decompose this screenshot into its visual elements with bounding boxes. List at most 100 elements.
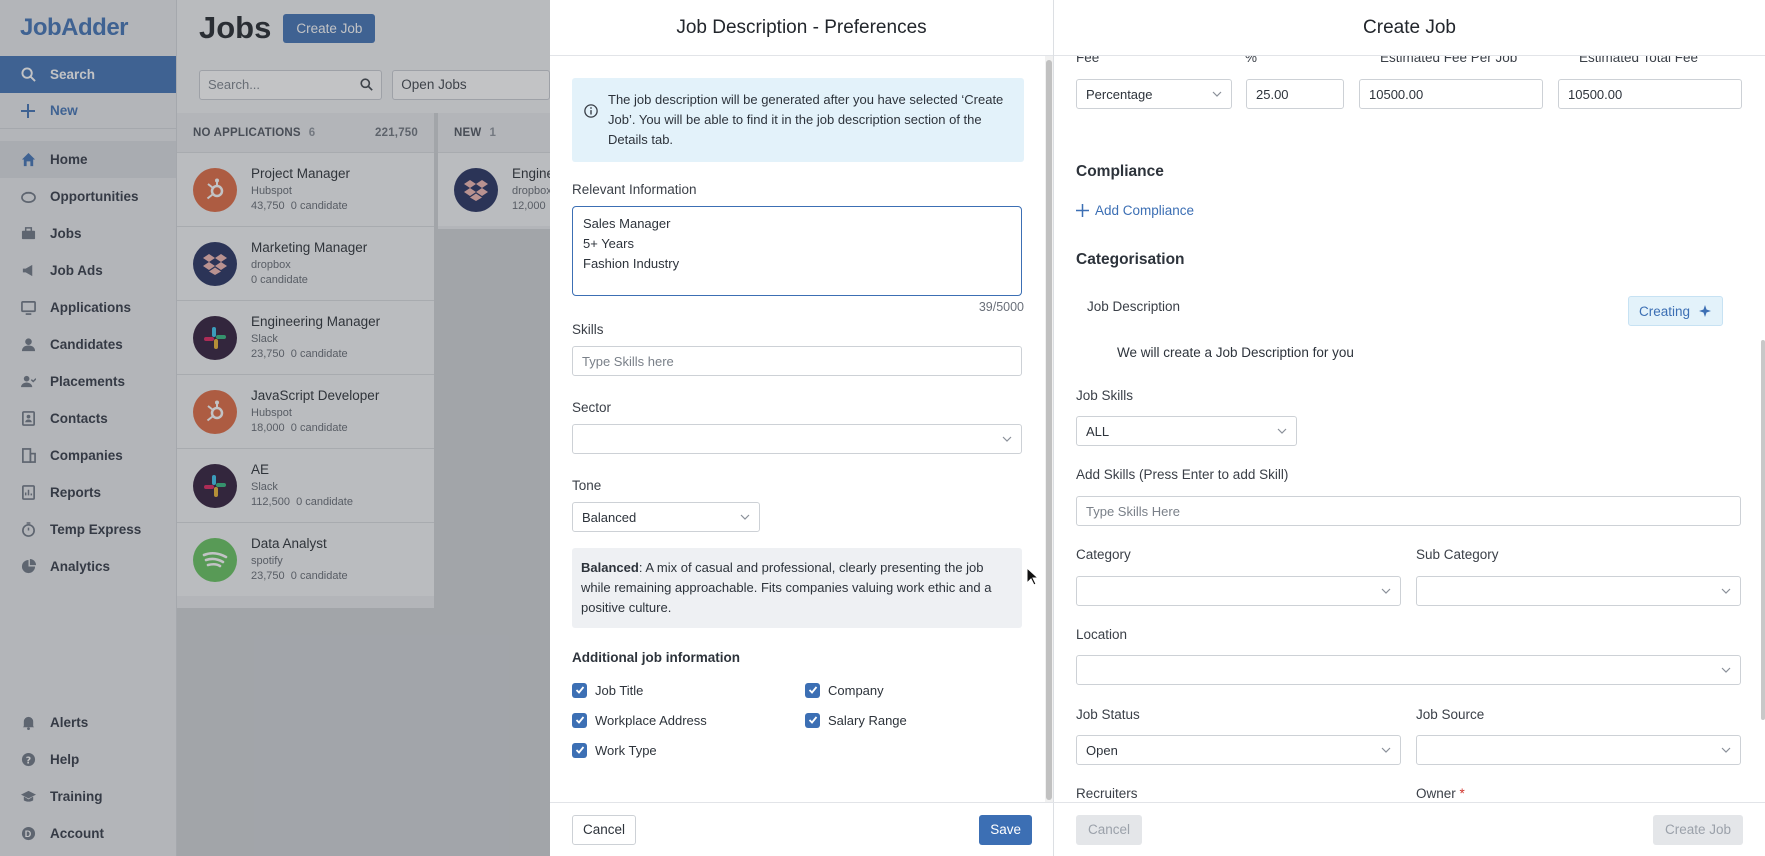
megaphone-icon	[20, 263, 36, 279]
job-status-select[interactable]: Open	[1076, 735, 1401, 765]
nav-list: Home Opportunities Jobs Job Ads Applicat…	[0, 129, 176, 585]
job-candidates: 0 candidate	[251, 273, 308, 286]
nav-item-training[interactable]: Training	[0, 778, 176, 815]
creating-status-button[interactable]: Creating	[1628, 296, 1724, 326]
job-amount: 23,750	[251, 569, 285, 582]
job-candidates: 0 candidate	[290, 421, 348, 434]
job-company: Slack	[251, 480, 278, 493]
nav-search[interactable]: Search	[0, 56, 176, 93]
checkbox-company[interactable]: Company	[805, 681, 1022, 699]
nav-item-label: Placements	[50, 374, 126, 389]
compliance-heading: Compliance	[1076, 163, 1164, 180]
scrollbar[interactable]	[1761, 340, 1765, 720]
nav-item-job-ads[interactable]: Job Ads	[0, 252, 176, 289]
checkmark-icon	[805, 712, 820, 728]
board-column-no-applications: NO APPLICATIONS 6 221,750 Project Manage…	[177, 113, 434, 608]
add-skills-input[interactable]: Type Skills Here	[1076, 496, 1741, 526]
cancel-button[interactable]: Cancel	[572, 814, 637, 845]
contacts-icon	[20, 411, 36, 427]
create-job-submit-button[interactable]: Create Job	[1652, 814, 1743, 845]
categorisation-heading: Categorisation	[1076, 251, 1185, 268]
job-card[interactable]: Data Analyst spotify 23,750 0 candidate	[177, 522, 434, 596]
nav-item-account[interactable]: D Account	[0, 815, 176, 852]
fee-type-value: Percentage	[1086, 86, 1153, 102]
placements-icon	[20, 374, 36, 390]
scrollbar[interactable]	[1045, 56, 1053, 802]
nav-item-companies[interactable]: Companies	[0, 437, 176, 474]
estimated-fee-input[interactable]: 10500.00	[1359, 79, 1543, 109]
nav-item-opportunities[interactable]: Opportunities	[0, 178, 176, 215]
nav-new[interactable]: New	[0, 93, 176, 129]
job-amount: 112,500	[251, 495, 290, 508]
nav-item-home[interactable]: Home	[0, 141, 176, 178]
job-source-select[interactable]	[1416, 735, 1741, 765]
create-job-button[interactable]: Create Job	[283, 13, 376, 43]
nav-item-label: Home	[50, 152, 88, 167]
location-label: Location	[1076, 627, 1128, 642]
nav-item-applications[interactable]: Applications	[0, 289, 176, 326]
sector-label: Sector	[572, 400, 612, 415]
percent-input[interactable]: 25.00	[1246, 79, 1344, 109]
nav-item-reports[interactable]: Reports	[0, 474, 176, 511]
job-title: Engineering Manager	[251, 313, 381, 329]
location-select[interactable]	[1076, 655, 1741, 685]
job-card[interactable]: AE Slack 112,500 0 candidate	[177, 448, 434, 522]
job-skills-select[interactable]: ALL	[1076, 416, 1297, 446]
nav-item-temp-express[interactable]: Temp Express	[0, 511, 176, 548]
nav-item-label: Contacts	[50, 411, 108, 426]
relevant-information-label: Relevant Information	[572, 182, 697, 197]
job-title: Engine	[512, 165, 550, 181]
job-card[interactable]: Engineering Manager Slack 23,750 0 candi…	[177, 300, 434, 374]
nav-item-contacts[interactable]: Contacts	[0, 400, 176, 437]
nav-item-analytics[interactable]: Analytics	[0, 548, 176, 585]
required-marker: *	[1459, 786, 1465, 801]
slack-logo	[193, 463, 237, 508]
fee-label: Fee	[1076, 56, 1100, 65]
nav-item-jobs[interactable]: Jobs	[0, 215, 176, 252]
job-amount: 12,000	[512, 199, 546, 212]
nav-item-alerts[interactable]: Alerts	[0, 704, 176, 741]
save-button[interactable]: Save	[979, 814, 1032, 845]
svg-text:?: ?	[25, 755, 30, 766]
nav-item-label: Account	[50, 826, 104, 841]
briefcase-icon	[20, 226, 36, 242]
checkbox-job-title[interactable]: Job Title	[572, 681, 805, 699]
jobs-search-input[interactable]: Search...	[199, 69, 383, 100]
skills-input[interactable]: Type Skills here	[572, 346, 1022, 376]
nav-item-placements[interactable]: Placements	[0, 363, 176, 400]
add-skills-placeholder: Type Skills Here	[1086, 503, 1180, 519]
jobs-status-filter[interactable]: Open Jobs	[392, 69, 550, 100]
checkbox-salary-range[interactable]: Salary Range	[805, 711, 1022, 729]
cancel-button[interactable]: Cancel	[1076, 814, 1143, 845]
relevant-information-textarea[interactable]: Sales Manager 5+ Years Fashion Industry	[572, 206, 1022, 296]
job-card[interactable]: Engine dropbox 12,000	[438, 152, 550, 226]
tone-select[interactable]: Balanced	[572, 502, 760, 532]
estimated-fee-label: Estimated Fee Per Job	[1380, 56, 1518, 65]
job-amount: 18,000	[251, 421, 285, 434]
job-candidates: 0 candidate	[290, 199, 348, 212]
nav-item-candidates[interactable]: Candidates	[0, 326, 176, 363]
job-card[interactable]: JavaScript Developer Hubspot 18,000 0 ca…	[177, 374, 434, 448]
chevron-down-icon	[1381, 747, 1391, 753]
checkbox-workplace-address[interactable]: Workplace Address	[572, 711, 805, 729]
estimated-total-input[interactable]: 10500.00	[1558, 79, 1742, 109]
sector-select[interactable]	[572, 424, 1022, 454]
stopwatch-icon	[20, 522, 36, 538]
subcategory-select[interactable]	[1416, 576, 1741, 606]
checkbox-label: Workplace Address	[595, 712, 707, 728]
scrollbar-thumb[interactable]	[1046, 60, 1052, 800]
category-select[interactable]	[1076, 576, 1401, 606]
add-compliance-link[interactable]: Add Compliance	[1076, 203, 1194, 218]
estimated-total-label: Estimated Total Fee	[1579, 56, 1699, 65]
fee-type-select[interactable]: Percentage	[1076, 79, 1232, 109]
job-title: AE	[251, 461, 270, 477]
checkbox-work-type[interactable]: Work Type	[572, 741, 805, 759]
checkbox-label: Salary Range	[828, 712, 907, 728]
app-logo[interactable]: JobAdder	[0, 0, 176, 56]
nav-item-help[interactable]: ? Help	[0, 741, 176, 778]
job-card[interactable]: Marketing Manager dropbox 0 candidate	[177, 226, 434, 300]
panel-footer: Cancel Create Job	[1054, 802, 1765, 856]
sidebar: JobAdder Search New Home Opportunities J…	[0, 0, 177, 856]
job-card[interactable]: Project Manager Hubspot 43,750 0 candida…	[177, 152, 434, 226]
skills-label: Skills	[572, 322, 604, 337]
